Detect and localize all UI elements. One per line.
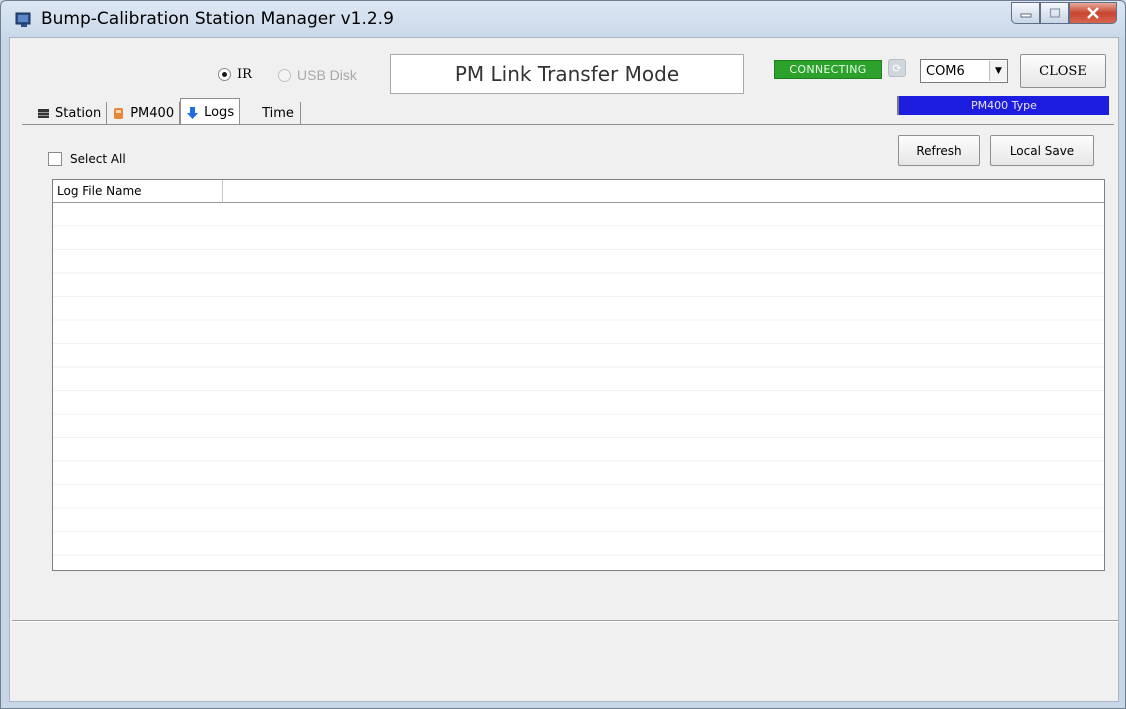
radio-usb-disk: USB Disk bbox=[278, 67, 357, 83]
tab-pm400-label: PM400 bbox=[130, 105, 175, 121]
select-all-checkbox[interactable]: Select All bbox=[48, 152, 126, 166]
tab-time-label: Time bbox=[262, 105, 294, 121]
refresh-button[interactable]: Refresh bbox=[898, 135, 980, 166]
pm400-icon bbox=[112, 107, 125, 120]
column-header-empty[interactable] bbox=[223, 180, 1104, 202]
radio-ir-indicator[interactable] bbox=[218, 68, 231, 81]
maximize-icon bbox=[1049, 8, 1060, 18]
close-icon bbox=[1087, 7, 1099, 19]
bottom-divider bbox=[12, 620, 1118, 622]
tab-time[interactable]: Time bbox=[240, 102, 301, 124]
maximize-button[interactable] bbox=[1040, 2, 1069, 24]
close-connection-button[interactable]: CLOSE bbox=[1020, 54, 1106, 88]
log-file-list[interactable]: Log File Name bbox=[52, 179, 1105, 571]
reconnect-icon[interactable]: ⟳ bbox=[888, 59, 906, 77]
connection-status-badge: CONNECTING bbox=[774, 60, 882, 79]
radio-ir-label: IR bbox=[237, 67, 252, 82]
minimize-icon bbox=[1020, 13, 1031, 18]
select-all-label: Select All bbox=[70, 152, 126, 166]
tab-station[interactable]: Station bbox=[32, 102, 108, 124]
list-body[interactable] bbox=[53, 203, 1104, 570]
window-close-button[interactable] bbox=[1069, 2, 1117, 24]
com-port-value: COM6 bbox=[926, 63, 965, 79]
device-type-label: PM400 Type bbox=[897, 96, 1109, 115]
radio-usb-indicator bbox=[278, 68, 291, 82]
chevron-down-icon[interactable]: ▼ bbox=[989, 61, 1007, 81]
list-header: Log File Name bbox=[53, 180, 1104, 203]
title-bar[interactable]: Bump-Calibration Station Manager v1.2.9 bbox=[1, 1, 1125, 37]
app-window: Bump-Calibration Station Manager v1.2.9 … bbox=[0, 0, 1126, 709]
main-client-area: IR USB Disk PM Link Transfer Mode CONNEC… bbox=[9, 37, 1119, 702]
local-save-button[interactable]: Local Save bbox=[990, 135, 1094, 166]
tab-strip: Station PM400 Logs Time bbox=[32, 98, 301, 125]
app-icon bbox=[15, 12, 33, 28]
radio-ir[interactable]: IR bbox=[218, 67, 252, 82]
minimize-button[interactable] bbox=[1011, 2, 1040, 24]
transfer-mode-display: PM Link Transfer Mode bbox=[390, 54, 744, 94]
station-icon bbox=[37, 107, 50, 120]
tab-pm400[interactable]: PM400 bbox=[107, 102, 181, 124]
tab-station-label: Station bbox=[55, 105, 102, 121]
radio-usb-label: USB Disk bbox=[297, 67, 357, 83]
com-port-select[interactable]: COM6 ▼ bbox=[920, 59, 1008, 83]
window-controls bbox=[1011, 2, 1117, 24]
select-all-box[interactable] bbox=[48, 152, 62, 166]
tab-logs[interactable]: Logs bbox=[180, 98, 241, 125]
download-arrow-icon bbox=[186, 106, 199, 119]
window-title: Bump-Calibration Station Manager v1.2.9 bbox=[41, 9, 394, 29]
tab-logs-label: Logs bbox=[204, 104, 235, 120]
column-header-log-file-name[interactable]: Log File Name bbox=[53, 180, 223, 202]
